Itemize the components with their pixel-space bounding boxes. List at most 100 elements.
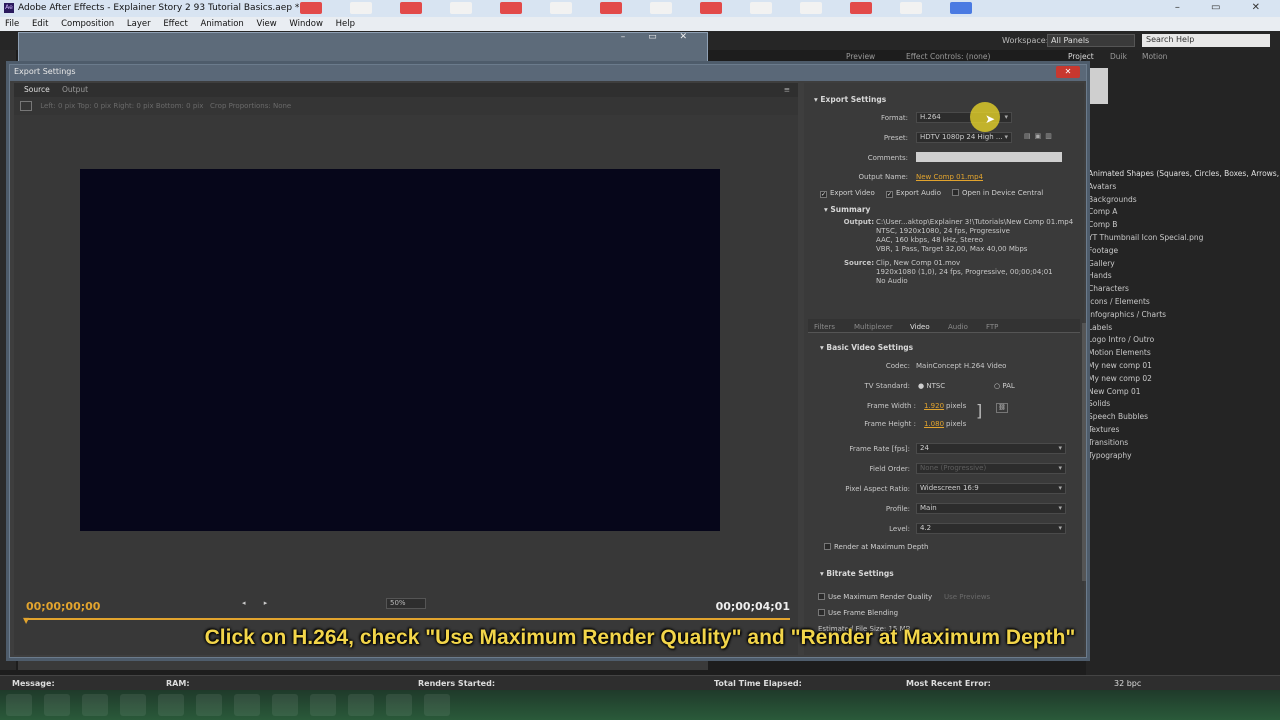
menu-help[interactable]: Help — [331, 17, 360, 29]
dialog-close-button[interactable]: ✕ — [1056, 66, 1080, 78]
menu-animation[interactable]: Animation — [195, 17, 248, 29]
bit-depth-toggle[interactable]: 32 bpc — [1114, 679, 1141, 688]
use-frame-blending-checkbox[interactable]: Use Frame Blending — [818, 609, 898, 617]
project-item[interactable]: Avatars — [1086, 181, 1280, 194]
taskbar-app-icon[interactable] — [272, 694, 298, 716]
crop-icon[interactable] — [20, 101, 32, 111]
timeline-track[interactable] — [24, 618, 790, 620]
taskbar-app-icon[interactable] — [386, 694, 412, 716]
tab-ftp[interactable]: FTP — [986, 323, 998, 331]
use-previews-checkbox[interactable]: Use Previews — [944, 593, 990, 601]
tab-filters[interactable]: Filters — [814, 323, 835, 331]
tab-duik[interactable]: Duik — [1110, 52, 1127, 61]
preset-action-icons[interactable]: ▤▣▥ — [1024, 132, 1056, 140]
menu-composition[interactable]: Composition — [56, 17, 119, 29]
menu-window[interactable]: Window — [284, 17, 328, 29]
project-item[interactable]: Solids — [1086, 398, 1280, 411]
project-item[interactable]: Transitions — [1086, 437, 1280, 450]
tab-output[interactable]: Output — [62, 85, 88, 94]
workspace-select[interactable]: All Panels — [1047, 34, 1135, 47]
crop-right-value[interactable]: 0 — [136, 102, 140, 110]
preset-select[interactable]: HDTV 1080p 24 High ... — [916, 132, 1012, 143]
in-out-markers[interactable]: ◂ ▸ — [242, 599, 275, 607]
project-item[interactable]: Footage — [1086, 245, 1280, 258]
basic-video-settings-header[interactable]: ▾ Basic Video Settings — [820, 343, 913, 352]
project-item[interactable]: Logo Intro / Outro — [1086, 334, 1280, 347]
menu-layer[interactable]: Layer — [122, 17, 156, 29]
frame-rate-select[interactable]: 24 — [916, 443, 1066, 454]
profile-select[interactable]: Main — [916, 503, 1066, 514]
ntsc-radio[interactable]: ● NTSC — [918, 382, 945, 390]
level-select[interactable]: 4.2 — [916, 523, 1066, 534]
taskbar-app-icon[interactable] — [120, 694, 146, 716]
project-item[interactable]: Labels — [1086, 322, 1280, 335]
render-max-depth-checkbox[interactable]: Render at Maximum Depth — [824, 543, 928, 551]
tab-source[interactable]: Source — [24, 85, 50, 94]
project-item[interactable]: Comp A — [1086, 206, 1280, 219]
project-item[interactable]: Motion Elements — [1086, 347, 1280, 360]
pixel-aspect-ratio-select[interactable]: Widescreen 16:9 — [916, 483, 1066, 494]
export-audio-checkbox[interactable]: ✓ Export Audio — [886, 189, 941, 198]
frame-width-value[interactable]: 1.920 — [924, 402, 944, 410]
project-item[interactable]: Gallery — [1086, 258, 1280, 271]
menu-effect[interactable]: Effect — [158, 17, 192, 29]
crop-left-value[interactable]: 0 — [58, 102, 62, 110]
timecode-current[interactable]: 00;00;00;00 — [26, 600, 100, 613]
taskbar-app-icon[interactable] — [82, 694, 108, 716]
menu-file[interactable]: File — [0, 17, 24, 29]
chain-link-icon[interactable]: ⛓ — [996, 403, 1008, 413]
frame-height-value[interactable]: 1.080 — [924, 420, 944, 428]
playhead-icon[interactable]: ▼ — [23, 616, 29, 625]
comments-input[interactable] — [916, 152, 1062, 162]
tab-preview[interactable]: Preview — [846, 52, 875, 61]
bitrate-settings-header[interactable]: ▾ Bitrate Settings — [820, 569, 894, 578]
crop-bottom-value[interactable]: 0 — [186, 102, 190, 110]
project-item[interactable]: Textures — [1086, 424, 1280, 437]
search-help-input[interactable]: Search Help — [1142, 34, 1270, 47]
taskbar-app-icon[interactable] — [348, 694, 374, 716]
use-max-render-quality-checkbox[interactable]: Use Maximum Render Quality — [818, 593, 932, 601]
project-item[interactable]: Comp B — [1086, 219, 1280, 232]
tab-effect-controls[interactable]: Effect Controls: (none) — [906, 52, 990, 61]
project-item[interactable]: Hands — [1086, 270, 1280, 283]
tab-audio[interactable]: Audio — [948, 323, 968, 331]
tab-video[interactable]: Video — [910, 323, 930, 331]
export-settings-header[interactable]: ▾ Export Settings — [814, 95, 886, 104]
output-name-link[interactable]: New Comp 01.mp4 — [916, 173, 983, 181]
menu-edit[interactable]: Edit — [27, 17, 53, 29]
menu-view[interactable]: View — [252, 17, 282, 29]
open-device-central-checkbox[interactable]: Open in Device Central — [952, 189, 1043, 197]
taskbar-app-icon[interactable] — [234, 694, 260, 716]
background-window-controls[interactable]: – ▭ ✕ — [621, 32, 697, 42]
pal-radio[interactable]: ○ PAL — [994, 382, 1015, 390]
panel-menu-icon[interactable]: ≡ — [784, 85, 790, 94]
project-item[interactable]: Characters — [1086, 283, 1280, 296]
project-item[interactable]: YT Thumbnail Icon Special.png — [1086, 232, 1280, 245]
project-item[interactable]: Animated Shapes (Squares, Circles, Boxes… — [1086, 168, 1280, 181]
project-item[interactable]: Icons / Elements — [1086, 296, 1280, 309]
taskbar-app-icon[interactable] — [44, 694, 70, 716]
taskbar-app-icon[interactable] — [6, 694, 32, 716]
project-item[interactable]: My new comp 01 — [1086, 360, 1280, 373]
project-item[interactable]: Speech Bubbles — [1086, 411, 1280, 424]
crop-proportions-select[interactable]: None — [273, 102, 291, 110]
export-video-checkbox[interactable]: ✓ Export Video — [820, 189, 875, 198]
project-item[interactable]: Typography — [1086, 450, 1280, 463]
window-controls[interactable]: – ▭ ✕ — [1175, 2, 1274, 13]
settings-scrollbar[interactable] — [1082, 323, 1086, 581]
taskbar-app-icon[interactable] — [196, 694, 222, 716]
tab-project[interactable]: Project — [1068, 52, 1094, 61]
project-item[interactable]: Infographics / Charts — [1086, 309, 1280, 322]
project-item[interactable]: My new comp 02 — [1086, 373, 1280, 386]
crop-top-value[interactable]: 0 — [94, 102, 98, 110]
zoom-select[interactable]: 50% — [386, 598, 426, 609]
project-item[interactable]: New Comp 01 — [1086, 386, 1280, 399]
tab-motion[interactable]: Motion — [1142, 52, 1167, 61]
project-item[interactable]: Backgrounds — [1086, 194, 1280, 207]
field-order-select[interactable]: None (Progressive) — [916, 463, 1066, 474]
taskbar-app-icon[interactable] — [158, 694, 184, 716]
summary-header[interactable]: ▾ Summary — [824, 205, 870, 214]
taskbar-app-icon[interactable] — [424, 694, 450, 716]
tab-multiplexer[interactable]: Multiplexer — [854, 323, 893, 331]
taskbar-app-icon[interactable] — [310, 694, 336, 716]
